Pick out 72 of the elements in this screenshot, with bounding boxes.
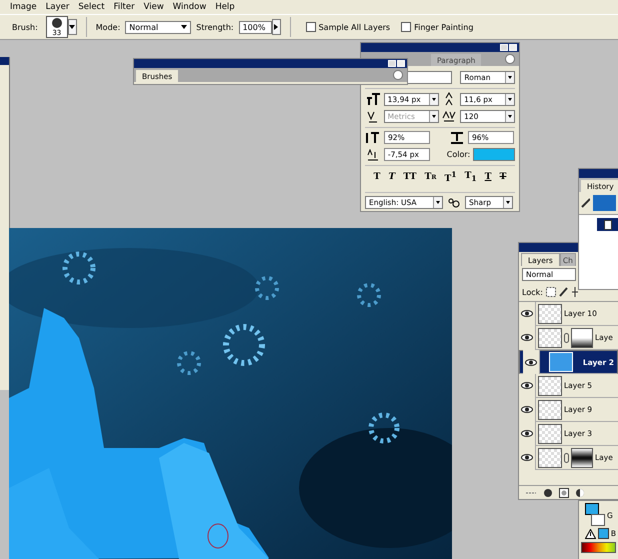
- eye-icon[interactable]: [521, 334, 533, 341]
- eye-icon[interactable]: [521, 310, 533, 317]
- text-style-button[interactable]: Tr: [424, 172, 436, 182]
- brush-icon[interactable]: [558, 287, 569, 297]
- strength-label: Strength:: [196, 22, 234, 32]
- menu-item[interactable]: Image: [10, 2, 37, 12]
- layer-thumbnail: [538, 424, 562, 444]
- checkbox-label: Sample All Layers: [318, 22, 390, 32]
- menu-item[interactable]: View: [144, 2, 164, 12]
- menu-item[interactable]: Layer: [46, 2, 70, 12]
- vertical-scale-icon: [365, 132, 381, 144]
- panel-menu-icon[interactable]: [393, 70, 403, 80]
- snapshot-thumbnail: [593, 195, 616, 211]
- color-label: Color:: [446, 150, 470, 159]
- mode-label: Mode:: [96, 22, 120, 32]
- eye-icon[interactable]: [521, 382, 533, 389]
- lock-label: Lock:: [522, 288, 543, 296]
- color-ramp[interactable]: [581, 542, 616, 553]
- layer-thumbnail: [549, 352, 574, 372]
- menu-item[interactable]: Filter: [114, 2, 135, 12]
- layer-thumbnail: [538, 328, 562, 348]
- text-style-button[interactable]: T: [484, 172, 492, 182]
- layer-thumbnail: [538, 400, 562, 420]
- arrow-button[interactable]: [272, 19, 281, 35]
- caret-icon: [181, 25, 188, 29]
- document-icon: [604, 220, 612, 230]
- text-style-button[interactable]: T$_{1}$: [464, 171, 477, 183]
- text-style-button[interactable]: T: [500, 172, 506, 182]
- text-style-button[interactable]: T$^{1}$: [444, 170, 456, 184]
- link-icon: [564, 452, 569, 462]
- menu-item[interactable]: Help: [215, 2, 235, 12]
- eye-icon[interactable]: [521, 430, 533, 437]
- checkbox[interactable]: [306, 22, 316, 32]
- checkbox-label: Finger Painting: [414, 22, 474, 32]
- move-icon[interactable]: [572, 287, 578, 297]
- history-state[interactable]: [597, 218, 618, 231]
- panel-menu-icon[interactable]: [505, 54, 515, 64]
- mode-dropdown[interactable]: Normal: [125, 20, 192, 34]
- mask-icon[interactable]: [559, 488, 569, 498]
- link-icon: [564, 332, 569, 342]
- foreground-color-swatch[interactable]: [585, 503, 599, 515]
- strength-field[interactable]: 100%: [238, 20, 272, 34]
- font-size-icon: [365, 93, 381, 105]
- arrow-icon: [274, 24, 278, 30]
- color-swatch[interactable]: [473, 148, 515, 161]
- tracking-icon: [442, 110, 458, 122]
- brush-label: Brush:: [12, 22, 38, 32]
- layer-thumbnail: [538, 448, 562, 468]
- style-icon[interactable]: [543, 488, 553, 498]
- eye-icon[interactable]: [521, 406, 533, 413]
- checkbox[interactable]: [401, 22, 412, 32]
- layer-thumbnail: [538, 304, 562, 324]
- link-icon[interactable]: [525, 490, 537, 496]
- warning-icon: [585, 528, 596, 538]
- layer-thumbnail: [538, 376, 562, 396]
- text-style-button[interactable]: T: [374, 172, 380, 182]
- menu-item[interactable]: Select: [78, 2, 105, 12]
- title-bar: [579, 169, 618, 178]
- antialias-icon: [446, 198, 462, 208]
- color-swatch[interactable]: [598, 528, 609, 539]
- menu-item[interactable]: Window: [172, 2, 206, 12]
- adjustment-icon[interactable]: [575, 488, 585, 498]
- text-style-button[interactable]: T: [388, 172, 396, 182]
- baseline-shift-icon: [365, 148, 381, 160]
- lock-transparency-icon[interactable]: [546, 287, 556, 297]
- eye-icon[interactable]: [521, 454, 533, 461]
- horizontal-scale-icon: [449, 132, 465, 144]
- text-style-button[interactable]: TT: [403, 172, 416, 182]
- caret-icon: [69, 25, 76, 29]
- brush-icon: [581, 198, 590, 208]
- background-color-swatch[interactable]: [591, 514, 605, 526]
- eye-icon[interactable]: [525, 358, 537, 366]
